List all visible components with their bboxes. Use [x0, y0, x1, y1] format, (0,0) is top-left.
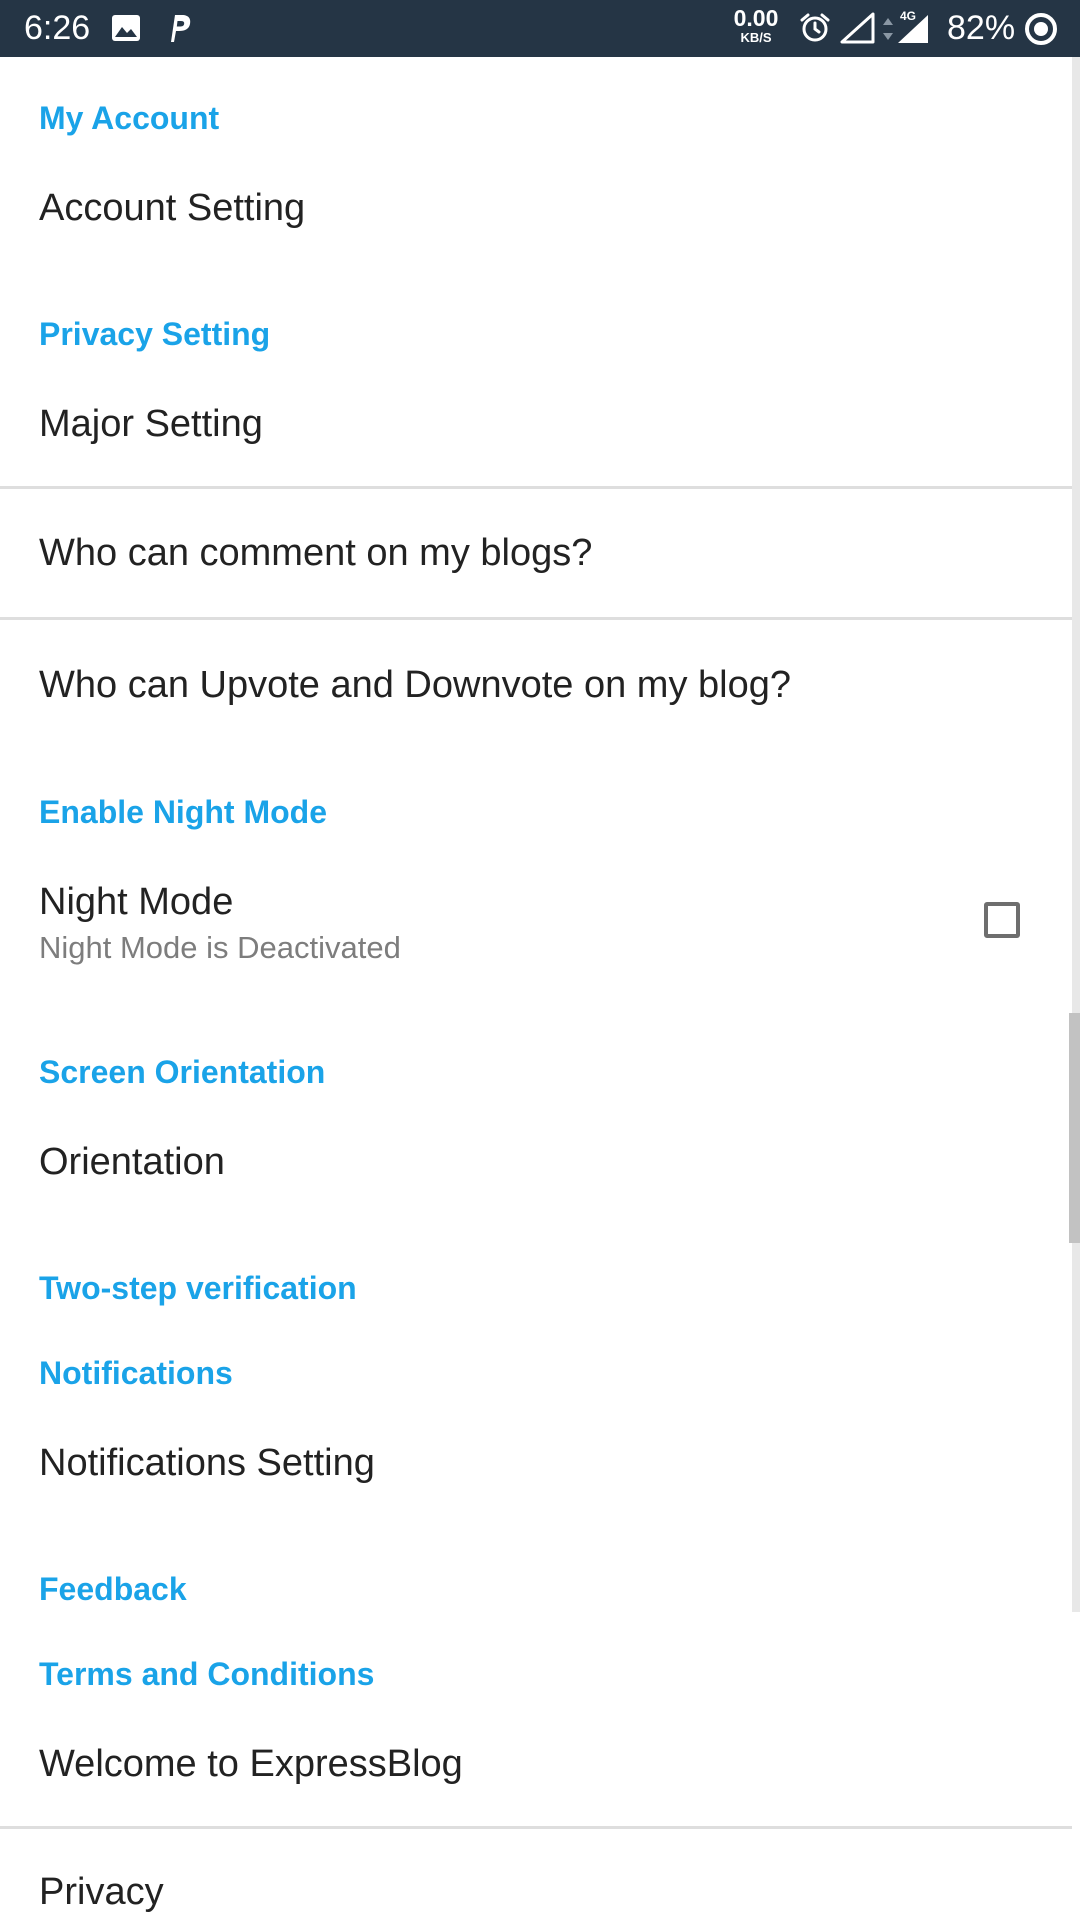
pref-privacy[interactable]: Privacy [0, 1829, 1080, 1920]
category-privacy-setting: Privacy Setting [39, 316, 271, 352]
pref-orientation-title: Orientation [39, 1141, 225, 1183]
night-mode-checkbox[interactable] [984, 902, 1020, 938]
pref-notifications-setting-title: Notifications Setting [39, 1442, 375, 1484]
image-icon [112, 15, 140, 41]
pref-account-setting[interactable]: Account Setting [0, 158, 1080, 258]
pref-major-setting-title: Major Setting [39, 403, 263, 445]
category-my-account: My Account [39, 100, 220, 136]
pref-major-setting[interactable]: Major Setting [0, 374, 1080, 486]
category-notifications: Notifications [39, 1355, 233, 1391]
alarm-icon [800, 13, 830, 42]
category-terms-and-conditions: Terms and Conditions [39, 1656, 375, 1692]
pref-account-setting-title: Account Setting [39, 187, 306, 229]
signal-empty-icon [840, 12, 875, 44]
pref-welcome[interactable]: Welcome to ExpressBlog [0, 1714, 1080, 1826]
signal-full-icon [898, 15, 928, 43]
battery-ring-icon [1025, 13, 1057, 45]
pref-orientation[interactable]: Orientation [0, 1112, 1080, 1212]
network-speed: 0.00 KB/S [728, 5, 784, 45]
settings-screen: 6:26 0.00 KB/S 4G 82% My Account Account… [0, 0, 1080, 1920]
category-two-step-verification: Two-step verification [39, 1270, 357, 1306]
pref-notifications-setting[interactable]: Notifications Setting [0, 1413, 1080, 1513]
pref-comment-setting-title: Who can comment on my blogs? [39, 532, 593, 574]
pref-comment-setting[interactable]: Who can comment on my blogs? [0, 489, 1080, 617]
p-app-icon [171, 15, 191, 42]
scrollbar-track[interactable] [1072, 57, 1080, 1612]
pref-vote-setting-title: Who can Upvote and Downvote on my blog? [39, 664, 791, 706]
network-speed-value: 0.00 [733, 5, 779, 31]
data-arrows-icon [883, 18, 893, 40]
pref-night-mode-title: Night Mode [39, 881, 234, 923]
status-time: 6:26 [24, 9, 91, 47]
network-speed-unit: KB/S [740, 30, 772, 45]
battery-percent: 82% [947, 9, 1016, 47]
scrollbar-thumb[interactable] [1069, 1013, 1080, 1243]
category-screen-orientation: Screen Orientation [39, 1054, 326, 1090]
pref-privacy-title: Privacy [39, 1871, 164, 1913]
status-bar: 6:26 0.00 KB/S 4G 82% [0, 0, 1080, 57]
category-feedback: Feedback [39, 1571, 187, 1607]
pref-welcome-title: Welcome to ExpressBlog [39, 1743, 463, 1785]
category-night-mode: Enable Night Mode [39, 794, 327, 830]
pref-night-mode-summary: Night Mode is Deactivated [39, 930, 401, 965]
pref-night-mode[interactable]: Night Mode Night Mode is Deactivated [0, 852, 1080, 982]
pref-vote-setting[interactable]: Who can Upvote and Downvote on my blog? [0, 620, 1080, 751]
